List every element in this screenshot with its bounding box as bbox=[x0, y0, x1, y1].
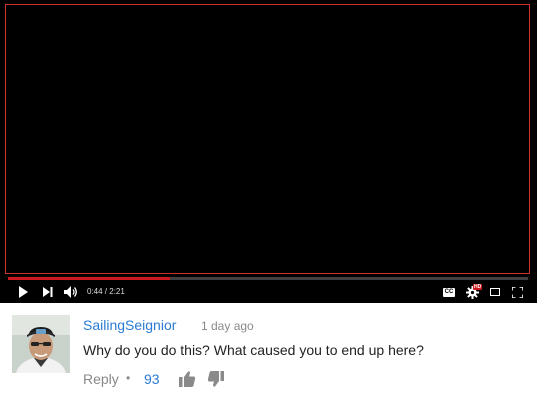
miniplayer-icon bbox=[490, 288, 500, 296]
play-button[interactable] bbox=[16, 285, 30, 299]
next-button[interactable] bbox=[41, 285, 55, 299]
captions-button[interactable]: CC bbox=[442, 285, 456, 299]
captions-icon: CC bbox=[443, 287, 455, 297]
duration: 2:21 bbox=[109, 287, 125, 296]
comment-author[interactable]: SailingSeignior bbox=[83, 317, 176, 333]
comment-timestamp[interactable]: 1 day ago bbox=[201, 319, 254, 333]
play-icon bbox=[19, 286, 28, 298]
like-button[interactable] bbox=[178, 370, 196, 388]
video-area[interactable] bbox=[5, 4, 530, 274]
thumbs-up-icon bbox=[179, 371, 196, 387]
hd-badge: HD bbox=[473, 284, 483, 290]
progress-bar-fill bbox=[8, 277, 171, 280]
miniplayer-button[interactable] bbox=[488, 285, 502, 299]
video-player[interactable]: 0:44 / 2:21 CC HD bbox=[0, 0, 537, 304]
player-controls: 0:44 / 2:21 CC HD bbox=[0, 281, 537, 303]
volume-button[interactable] bbox=[63, 285, 79, 299]
like-count: 93 bbox=[144, 371, 160, 387]
current-time: 0:44 bbox=[87, 287, 103, 296]
avatar-image bbox=[12, 315, 70, 373]
dislike-button[interactable] bbox=[207, 370, 225, 388]
next-icon bbox=[43, 287, 53, 297]
volume-icon bbox=[64, 286, 77, 298]
settings-button[interactable]: HD bbox=[463, 284, 483, 299]
separator-dot: • bbox=[126, 371, 131, 385]
fullscreen-button[interactable] bbox=[510, 285, 524, 299]
fullscreen-icon bbox=[511, 286, 523, 298]
thumbs-down-icon bbox=[207, 371, 224, 387]
avatar[interactable] bbox=[12, 315, 70, 373]
progress-bar[interactable] bbox=[8, 277, 528, 280]
time-display: 0:44 / 2:21 bbox=[87, 286, 125, 298]
comment: SailingSeignior 1 day ago Why do you do … bbox=[0, 303, 537, 400]
reply-button[interactable]: Reply bbox=[83, 371, 119, 387]
comment-text: Why do you do this? What caused you to e… bbox=[83, 342, 424, 358]
captions-icon-label: CC bbox=[444, 288, 454, 295]
